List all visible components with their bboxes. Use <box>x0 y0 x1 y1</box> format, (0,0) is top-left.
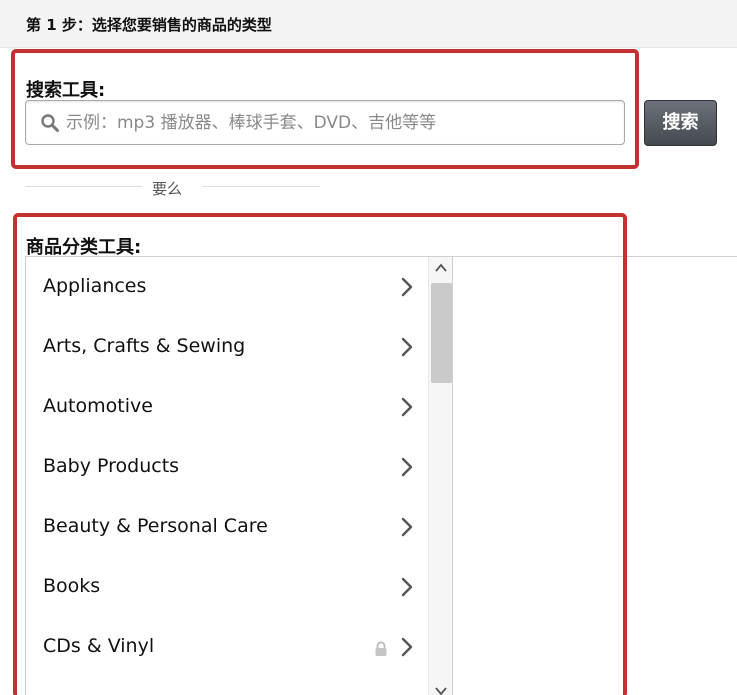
category-highlight-box <box>13 213 627 695</box>
divider-text: 要么 <box>152 180 183 198</box>
step-header: 第 1 步：选择您要销售的商品的类型 <box>0 0 737 48</box>
divider-line-left <box>25 186 142 187</box>
divider-line-right <box>203 186 320 187</box>
search-highlight-box <box>11 49 639 169</box>
search-button[interactable]: 搜索 <box>644 100 717 146</box>
step-title: 第 1 步：选择您要销售的商品的类型 <box>26 16 272 34</box>
